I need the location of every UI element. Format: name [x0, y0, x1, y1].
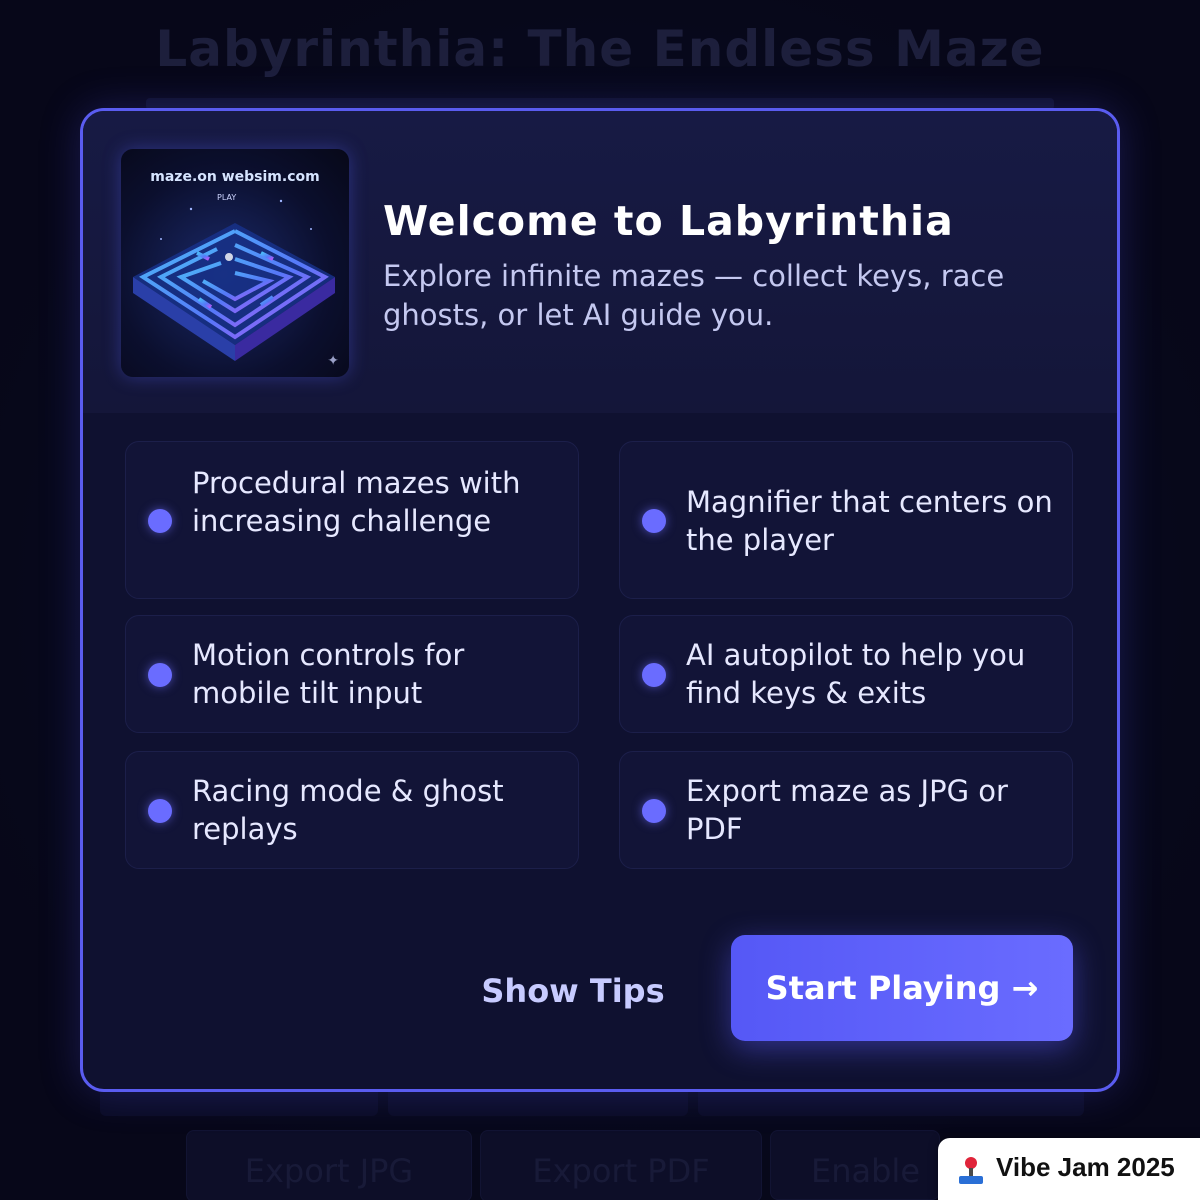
- modal-subtitle: Explore infinite mazes — collect keys, r…: [383, 259, 1005, 332]
- badge-label: Vibe Jam 2025: [996, 1152, 1175, 1182]
- modal-title: Welcome to Labyrinthia: [383, 197, 954, 245]
- feature-text: Magnifier that centers on the player: [686, 485, 1053, 557]
- thumbnail-caption: maze.on websim.com: [150, 169, 320, 185]
- bullet-dot-icon: [148, 509, 172, 533]
- bullet-dot-icon: [642, 663, 666, 687]
- bullet-dot-icon: [642, 509, 666, 533]
- feature-card: Procedural mazes with increasing challen…: [125, 441, 579, 599]
- welcome-modal: maze.on websim.com PLAY ✦ Welcome to Lab…: [80, 108, 1120, 1092]
- maze-thumbnail: maze.on websim.com PLAY ✦: [121, 149, 349, 377]
- show-tips-button[interactable]: Show Tips: [463, 951, 683, 1031]
- bullet-dot-icon: [642, 799, 666, 823]
- joystick-icon: [959, 1157, 983, 1184]
- page: Labyrinthia: The Endless Maze Export JPG…: [0, 0, 1200, 1200]
- feature-card: Export maze as JPG or PDF: [619, 751, 1073, 869]
- feature-text: Racing mode & ghost replays: [192, 774, 504, 846]
- play-label: PLAY: [217, 193, 237, 202]
- vibe-jam-badge[interactable]: Vibe Jam 2025: [938, 1138, 1200, 1200]
- feature-text: Export maze as JPG or PDF: [686, 774, 1008, 846]
- feature-card: Racing mode & ghost replays: [125, 751, 579, 869]
- feature-card: AI autopilot to help you find keys & exi…: [619, 615, 1073, 733]
- feature-card: Motion controls for mobile tilt input: [125, 615, 579, 733]
- feature-text: Motion controls for mobile tilt input: [192, 638, 465, 710]
- feature-card: Magnifier that centers on the player: [619, 441, 1073, 599]
- start-playing-button[interactable]: Start Playing →: [731, 935, 1073, 1041]
- bullet-dot-icon: [148, 799, 172, 823]
- bullet-dot-icon: [148, 663, 172, 687]
- sparkle-icon: ✦: [327, 353, 339, 369]
- feature-text: Procedural mazes with increasing challen…: [192, 466, 521, 538]
- feature-text: AI autopilot to help you find keys & exi…: [686, 638, 1026, 710]
